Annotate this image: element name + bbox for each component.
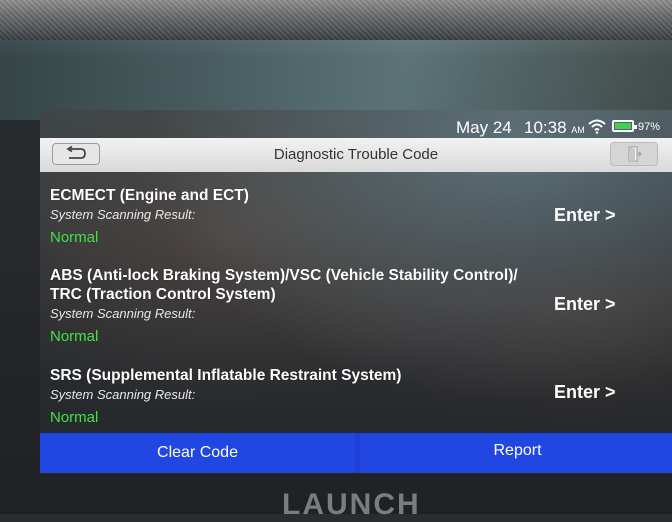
battery-level [615,123,631,129]
system-name: ABS (Anti-lock Braking System)/VSC (Vehi… [50,267,518,284]
enter-button-srs[interactable]: Enter > [554,382,616,403]
system-name: ECMECT (Engine and ECT) [50,187,249,204]
screen-reflection [0,40,672,120]
report-button[interactable]: Report [360,433,672,473]
enter-button-abs[interactable]: Enter > [554,294,616,315]
status-date: May 24 [456,118,512,137]
scan-result: Normal [50,409,99,426]
battery-icon [612,120,637,132]
enter-button-ecmect[interactable]: Enter > [554,205,616,226]
exit-button[interactable] [610,142,658,166]
clear-code-button[interactable]: Clear Code [40,433,355,473]
page-title: Diagnostic Trouble Code [273,146,439,163]
exit-door-icon [628,146,642,162]
device-edge-texture [0,0,672,40]
scan-result: Normal [50,328,99,345]
status-time-value: 10:38 [524,118,567,137]
status-bar: May 24 10:38 AM 97% [40,116,672,138]
device-screen: May 24 10:38 AM 97% Diagnostic Trouble C… [40,110,672,474]
scan-result: Normal [50,229,99,246]
status-ampm: AM [571,125,585,135]
title-bar: Diagnostic Trouble Code [40,138,672,172]
status-time: 10:38 AM [524,118,585,138]
bottom-action-bar: Clear Code Report [40,433,672,473]
battery-nub [634,125,637,129]
device-brand-logo: LAUNCH [282,488,421,521]
wifi-icon [588,119,606,134]
battery-percent: 97% [638,121,661,133]
